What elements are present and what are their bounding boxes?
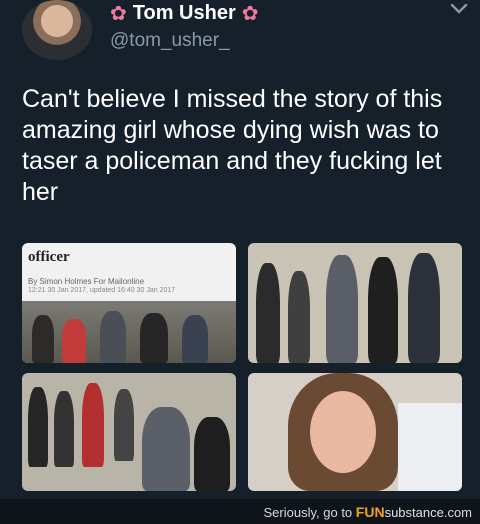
chevron-down-icon[interactable] (450, 2, 468, 16)
brand-suffix: .com (443, 505, 472, 520)
brand-substance: substance (384, 505, 444, 520)
article-title: officer (28, 249, 70, 265)
flower-icon: ✿ (241, 2, 259, 25)
tweet-text: Can't believe I missed the story of this… (22, 85, 443, 206)
group-photo-image[interactable] (22, 373, 236, 491)
display-name[interactable]: Tom Usher (133, 2, 236, 25)
article-timestamps: 12:21 30 Jan 2017, updated 16:40 30 Jan … (28, 287, 176, 294)
article-photo (22, 301, 236, 363)
girl-portrait-image[interactable] (248, 373, 462, 491)
media-grid: officer By Simon Holmes For Mailonline 1… (22, 243, 462, 491)
taser-photo-image[interactable] (248, 243, 462, 363)
user-handle[interactable]: @tom_usher_ (110, 30, 230, 52)
tweet-header: ✿ Tom Usher ✿ @tom_usher_ (0, 0, 480, 70)
watermark-prefix: Seriously, go to (263, 505, 356, 520)
avatar[interactable] (22, 0, 92, 60)
article-screenshot-image[interactable]: officer By Simon Holmes For Mailonline 1… (22, 243, 236, 363)
brand-fun: FUN (355, 504, 385, 520)
watermark-text[interactable]: Seriously, go to FUNsubstance.com (264, 504, 472, 520)
flower-icon: ✿ (110, 2, 127, 25)
display-name-row[interactable]: ✿ Tom Usher ✿ (110, 2, 259, 25)
article-byline: By Simon Holmes For Mailonline (28, 277, 145, 286)
watermark-bar: Seriously, go to FUNsubstance.com (0, 499, 480, 524)
